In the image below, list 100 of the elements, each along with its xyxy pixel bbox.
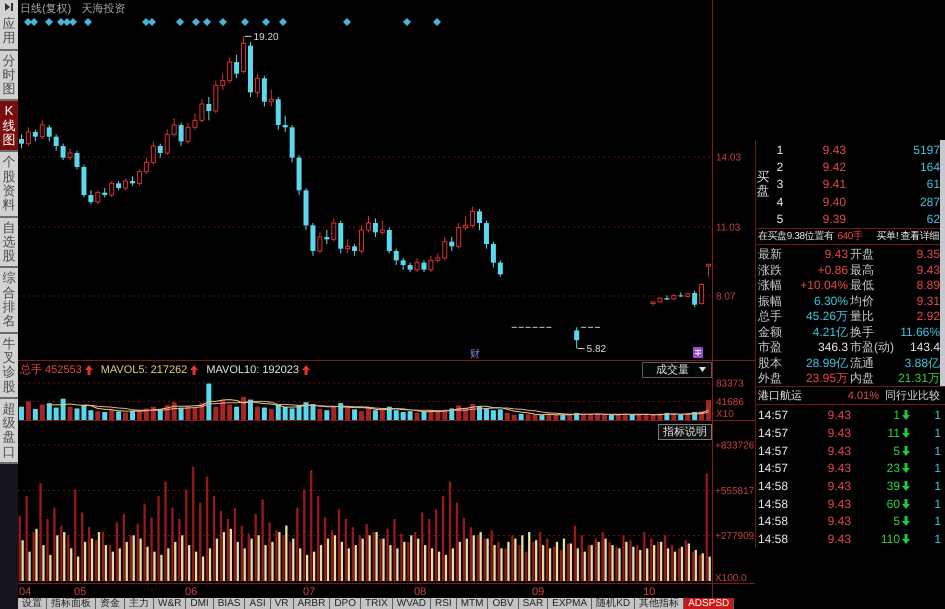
indicator-tab[interactable]: DPO bbox=[330, 598, 361, 609]
bar bbox=[312, 552, 316, 581]
trade-price: 9.43 bbox=[828, 408, 851, 422]
indicator-tab[interactable]: W&R bbox=[154, 598, 186, 609]
candlestick bbox=[400, 258, 406, 270]
bar bbox=[546, 538, 548, 581]
trade-time: 14:57 bbox=[758, 444, 790, 458]
indicator-tab[interactable]: DMI bbox=[186, 598, 214, 609]
bid-volume: 61 bbox=[926, 177, 940, 192]
bar bbox=[694, 550, 697, 581]
bar bbox=[150, 406, 156, 420]
bar bbox=[379, 538, 382, 581]
sidebar-tab[interactable]: 个股资料 bbox=[0, 152, 18, 218]
sidebar-tab[interactable]: 牛叉诊股 bbox=[0, 334, 18, 399]
trade-volume: 5 bbox=[893, 444, 900, 458]
indicator-tab[interactable]: ARBR bbox=[294, 598, 330, 609]
indicator-tab[interactable]: RSI bbox=[431, 598, 457, 609]
skip-icon[interactable] bbox=[0, 0, 18, 14]
sidebar-tab[interactable]: K线图 bbox=[0, 101, 18, 152]
bar bbox=[698, 554, 701, 581]
diamond-icon bbox=[241, 18, 249, 26]
indicator-tab[interactable]: SAR bbox=[518, 598, 548, 609]
bar bbox=[490, 410, 496, 420]
bar bbox=[414, 412, 420, 420]
event-badge-icon[interactable] bbox=[693, 347, 703, 358]
bar bbox=[646, 548, 648, 581]
indicator-tab[interactable]: WVAD bbox=[392, 598, 432, 609]
bar bbox=[241, 396, 246, 420]
indicator-tab[interactable]: VR bbox=[270, 598, 294, 609]
sidebar-tab[interactable]: 超级盘口 bbox=[0, 398, 18, 464]
quote-label: 涨跌 bbox=[758, 262, 782, 278]
bar bbox=[192, 466, 194, 581]
bar bbox=[261, 499, 264, 581]
order-detail-link[interactable]: 买单! 查看详细 bbox=[876, 229, 939, 244]
industry-compare-link[interactable]: 同行业比较 bbox=[885, 388, 940, 404]
indicator-tab[interactable]: TRIX bbox=[360, 598, 393, 609]
industry-change: 4.01% bbox=[848, 390, 879, 402]
bar bbox=[380, 409, 385, 420]
indicator-info-button[interactable]: 指标说明 bbox=[658, 424, 712, 440]
indicator-tab[interactable]: 其他指标 bbox=[635, 598, 684, 609]
low-price-label: 5.82 bbox=[586, 344, 606, 356]
bar bbox=[688, 543, 690, 581]
indicator-tab[interactable]: BIAS bbox=[214, 598, 246, 609]
bar bbox=[49, 554, 52, 581]
diamond-icon bbox=[403, 18, 411, 26]
bar bbox=[348, 548, 350, 581]
candlestick bbox=[54, 134, 59, 152]
indicator-tab[interactable]: ADSPSD bbox=[684, 598, 734, 609]
quote-value: 9.43 bbox=[916, 262, 940, 278]
indicator-tab[interactable]: EXPMA bbox=[548, 598, 592, 609]
bar bbox=[434, 509, 438, 581]
sidebar-tab[interactable]: 综合排名 bbox=[0, 268, 18, 334]
candlestick bbox=[498, 260, 503, 278]
bar bbox=[664, 535, 666, 581]
bid-volume: 62 bbox=[926, 212, 940, 226]
event-marker[interactable]: 财 bbox=[470, 349, 480, 360]
candlestick bbox=[386, 227, 392, 254]
bar bbox=[602, 532, 604, 581]
bar bbox=[222, 532, 226, 581]
bar bbox=[331, 406, 336, 420]
industry-name: 港口航运 bbox=[758, 388, 802, 404]
trade-cell: 1 bbox=[934, 479, 941, 494]
bar bbox=[358, 535, 361, 581]
indicator-tab[interactable]: 设置 bbox=[18, 598, 47, 609]
trade-volume: 5 bbox=[893, 514, 900, 528]
bar bbox=[518, 414, 524, 420]
bar bbox=[199, 502, 202, 581]
quote-value: 2.92 bbox=[916, 309, 940, 324]
quote-label: 外盘 bbox=[758, 371, 782, 386]
sidebar-tab[interactable]: 自选股 bbox=[0, 218, 18, 268]
price-axis-label: 11.03 bbox=[716, 222, 740, 234]
candlestick bbox=[352, 244, 358, 256]
bar bbox=[240, 526, 243, 581]
indicator-tab[interactable]: ASI bbox=[245, 598, 271, 609]
indicator-tab[interactable]: 资金 bbox=[96, 598, 125, 609]
trade-price: 9.43 bbox=[828, 532, 851, 546]
indicator-tab[interactable]: OBV bbox=[488, 598, 519, 609]
quote-value: 9.43 bbox=[824, 247, 848, 262]
bar bbox=[660, 542, 662, 581]
legend-label: MAVOL10: bbox=[206, 364, 260, 376]
scrollbar[interactable] bbox=[940, 140, 945, 386]
quote-value: 3.88亿 bbox=[904, 356, 940, 371]
candlestick bbox=[324, 230, 330, 245]
candlestick bbox=[490, 241, 496, 268]
bar bbox=[490, 530, 493, 581]
indicator-dropdown[interactable]: 成交量 bbox=[642, 362, 712, 378]
sidebar-tab[interactable]: 分时图 bbox=[0, 50, 18, 102]
trade-time: 14:57 bbox=[758, 461, 790, 476]
indicator-tab[interactable]: 主力 bbox=[125, 598, 154, 609]
candlestick bbox=[102, 188, 108, 198]
bar bbox=[236, 542, 239, 581]
sidebar-tab[interactable]: 应用 bbox=[0, 14, 18, 51]
indicator-tab[interactable]: MTM bbox=[456, 598, 488, 609]
bid-price: 9.43 bbox=[822, 142, 846, 157]
bar bbox=[95, 411, 100, 420]
indicator-tab[interactable]: 指标面板 bbox=[47, 598, 96, 609]
bar bbox=[449, 408, 454, 420]
bar bbox=[340, 542, 344, 581]
quote-label: 开盘 bbox=[850, 247, 874, 262]
indicator-tab[interactable]: 随机KD bbox=[592, 598, 636, 609]
